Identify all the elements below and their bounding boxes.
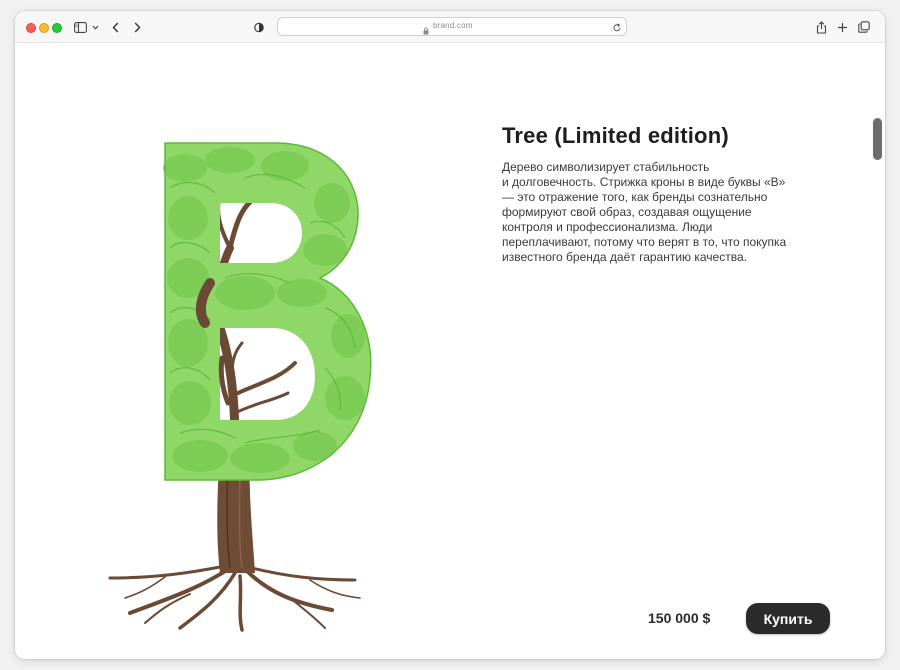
description-line: и долговечность. Стрижка кроны в виде бу… — [502, 175, 786, 189]
product-description: Дерево символизирует стабильность и долг… — [502, 160, 832, 265]
lock-icon — [423, 22, 429, 40]
scrollbar-thumb[interactable] — [873, 118, 882, 160]
forward-arrow-icon[interactable] — [134, 19, 141, 35]
description-line: известного бренда даёт гарантию качества… — [502, 250, 747, 264]
browser-window: brand.com Tree (Limited edition) Дерево … — [15, 11, 885, 659]
share-icon[interactable] — [816, 19, 827, 35]
zoom-window-button[interactable] — [52, 23, 62, 33]
browser-toolbar: brand.com — [15, 11, 885, 43]
sidebar-icon[interactable] — [74, 19, 87, 35]
product-price: 150 000 $ — [648, 610, 711, 626]
reload-icon[interactable] — [612, 20, 622, 38]
description-line: переплачивают, потому что верят в то, чт… — [502, 235, 787, 249]
description-line: формируют свой образ, создавая ощущение — [502, 205, 752, 219]
chevron-down-icon[interactable] — [92, 19, 99, 35]
url-text: brand.com — [433, 21, 473, 30]
page-content: Tree (Limited edition) Дерево символизир… — [15, 43, 885, 659]
product-title: Tree (Limited edition) — [502, 123, 729, 148]
description-line: контроля и профессионализма. Люди — [502, 220, 713, 234]
shield-icon[interactable] — [254, 19, 264, 35]
tabs-overview-icon[interactable] — [858, 19, 870, 35]
buy-button[interactable]: Купить — [746, 603, 830, 634]
tree-letter-b-illustration — [108, 142, 372, 632]
minimize-window-button[interactable] — [39, 23, 49, 33]
address-bar[interactable]: brand.com — [277, 17, 627, 36]
back-arrow-icon[interactable] — [112, 19, 119, 35]
description-line: Дерево символизирует стабильность — [502, 160, 710, 174]
description-line: — это отражение того, как бренды сознате… — [502, 190, 768, 204]
close-window-button[interactable] — [26, 23, 36, 33]
plus-icon[interactable] — [837, 19, 848, 35]
